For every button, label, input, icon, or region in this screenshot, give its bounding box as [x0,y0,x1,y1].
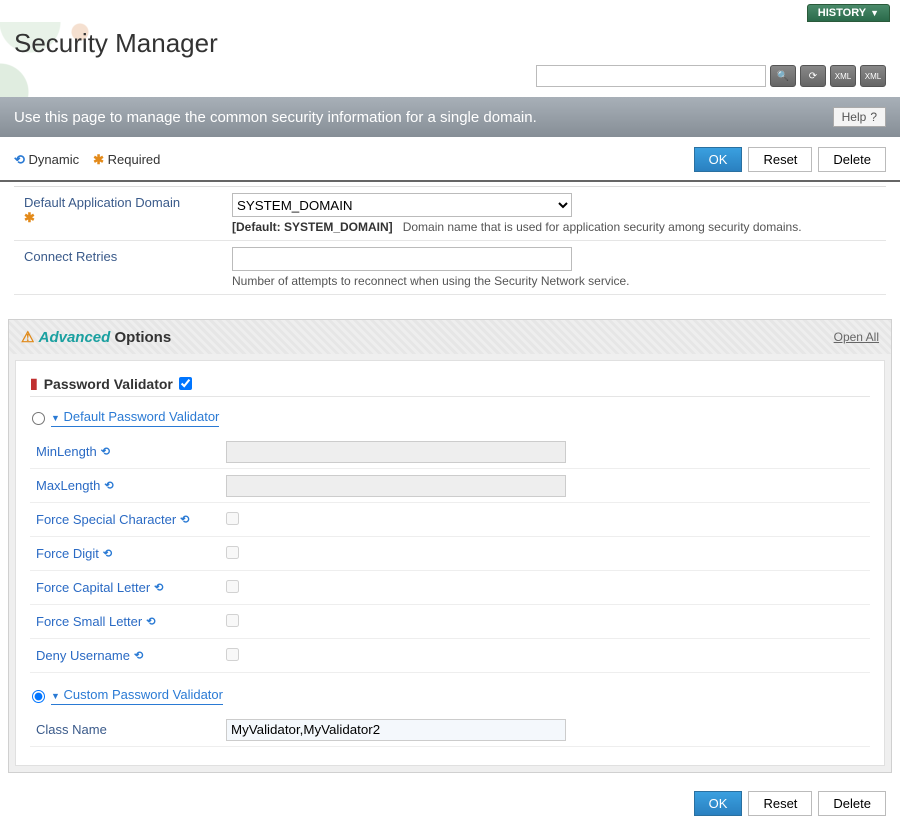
force-capital-label: Force Capital Letter [36,580,150,595]
force-small-checkbox [226,614,239,627]
search-input[interactable] [536,65,766,87]
field-label-retries: Connect Retries [14,241,224,294]
minlength-input [226,441,566,463]
refresh-icon[interactable]: ⟳ [800,65,826,87]
force-capital-checkbox [226,580,239,593]
domain-default-tag: [Default: SYSTEM_DOMAIN] [232,220,393,234]
force-small-label: Force Small Letter [36,614,142,629]
open-all-link[interactable]: Open All [834,330,879,344]
force-digit-label: Force Digit [36,546,99,561]
chevron-down-icon: ▼ [870,8,879,18]
page-title: Security Manager [14,28,886,59]
history-label: HISTORY [818,7,866,19]
instruction-bar: Use this page to manage the common secur… [0,97,900,137]
force-special-label: Force Special Character [36,512,176,527]
chevron-down-icon: ▼ [51,413,60,423]
dynamic-icon: ⟲ [146,615,155,628]
ok-button[interactable]: OK [694,147,743,172]
custom-validator-label[interactable]: ▼ Custom Password Validator [51,687,223,705]
required-icon: ✱ [24,210,35,225]
xml-import-icon[interactable]: XML [860,65,886,87]
dynamic-icon: ⟲ [154,581,163,594]
flag-icon: ▮ [30,375,38,392]
force-special-checkbox [226,512,239,525]
domain-select[interactable]: SYSTEM_DOMAIN [232,193,572,217]
reset-button[interactable]: Reset [748,147,812,172]
history-button[interactable]: HISTORY ▼ [807,4,890,22]
dynamic-icon: ⟲ [134,649,143,662]
dynamic-icon: ⟲ [180,513,189,526]
chevron-down-icon: ▼ [51,691,60,701]
help-label: Help [842,110,867,124]
dynamic-icon: ⟲ [104,479,113,492]
advanced-options-title: ⚠ Advanced Options [21,328,171,346]
retries-input[interactable] [232,247,572,271]
default-validator-radio[interactable] [32,412,45,425]
required-icon: ✱ [93,152,104,167]
delete-button[interactable]: Delete [818,147,886,172]
maxlength-input [226,475,566,497]
minlength-label: MinLength [36,444,97,459]
deny-username-checkbox [226,648,239,661]
maxlength-label: MaxLength [36,478,100,493]
help-icon: ? [870,110,877,124]
legend: ⟲ Dynamic ✱ Required [14,152,160,168]
password-validator-title: ▮ Password Validator [30,371,870,397]
force-digit-checkbox [226,546,239,559]
xml-export-icon[interactable]: XML [830,65,856,87]
legend-required: Required [108,152,161,167]
retries-hint: Number of attempts to reconnect when usi… [232,274,878,288]
dynamic-icon: ⟲ [101,445,110,458]
password-validator-checkbox[interactable] [179,377,192,390]
class-name-label: Class Name [36,722,107,737]
dynamic-icon: ⟲ [103,547,112,560]
domain-hint: Domain name that is used for application… [403,220,802,234]
deny-username-label: Deny Username [36,648,130,663]
search-icon[interactable]: 🔍 [770,65,796,87]
header: Security Manager 🔍 ⟳ XML XML [0,22,900,97]
dynamic-icon: ⟲ [14,152,25,167]
class-name-input[interactable] [226,719,566,741]
custom-validator-radio[interactable] [32,690,45,703]
default-validator-label[interactable]: ▼ Default Password Validator [51,409,219,427]
legend-dynamic: Dynamic [29,152,80,167]
help-button[interactable]: Help ? [833,107,886,127]
instruction-text: Use this page to manage the common secur… [14,109,537,126]
field-label-domain: Default Application Domain ✱ [14,187,224,240]
warning-icon: ⚠ [21,329,34,346]
